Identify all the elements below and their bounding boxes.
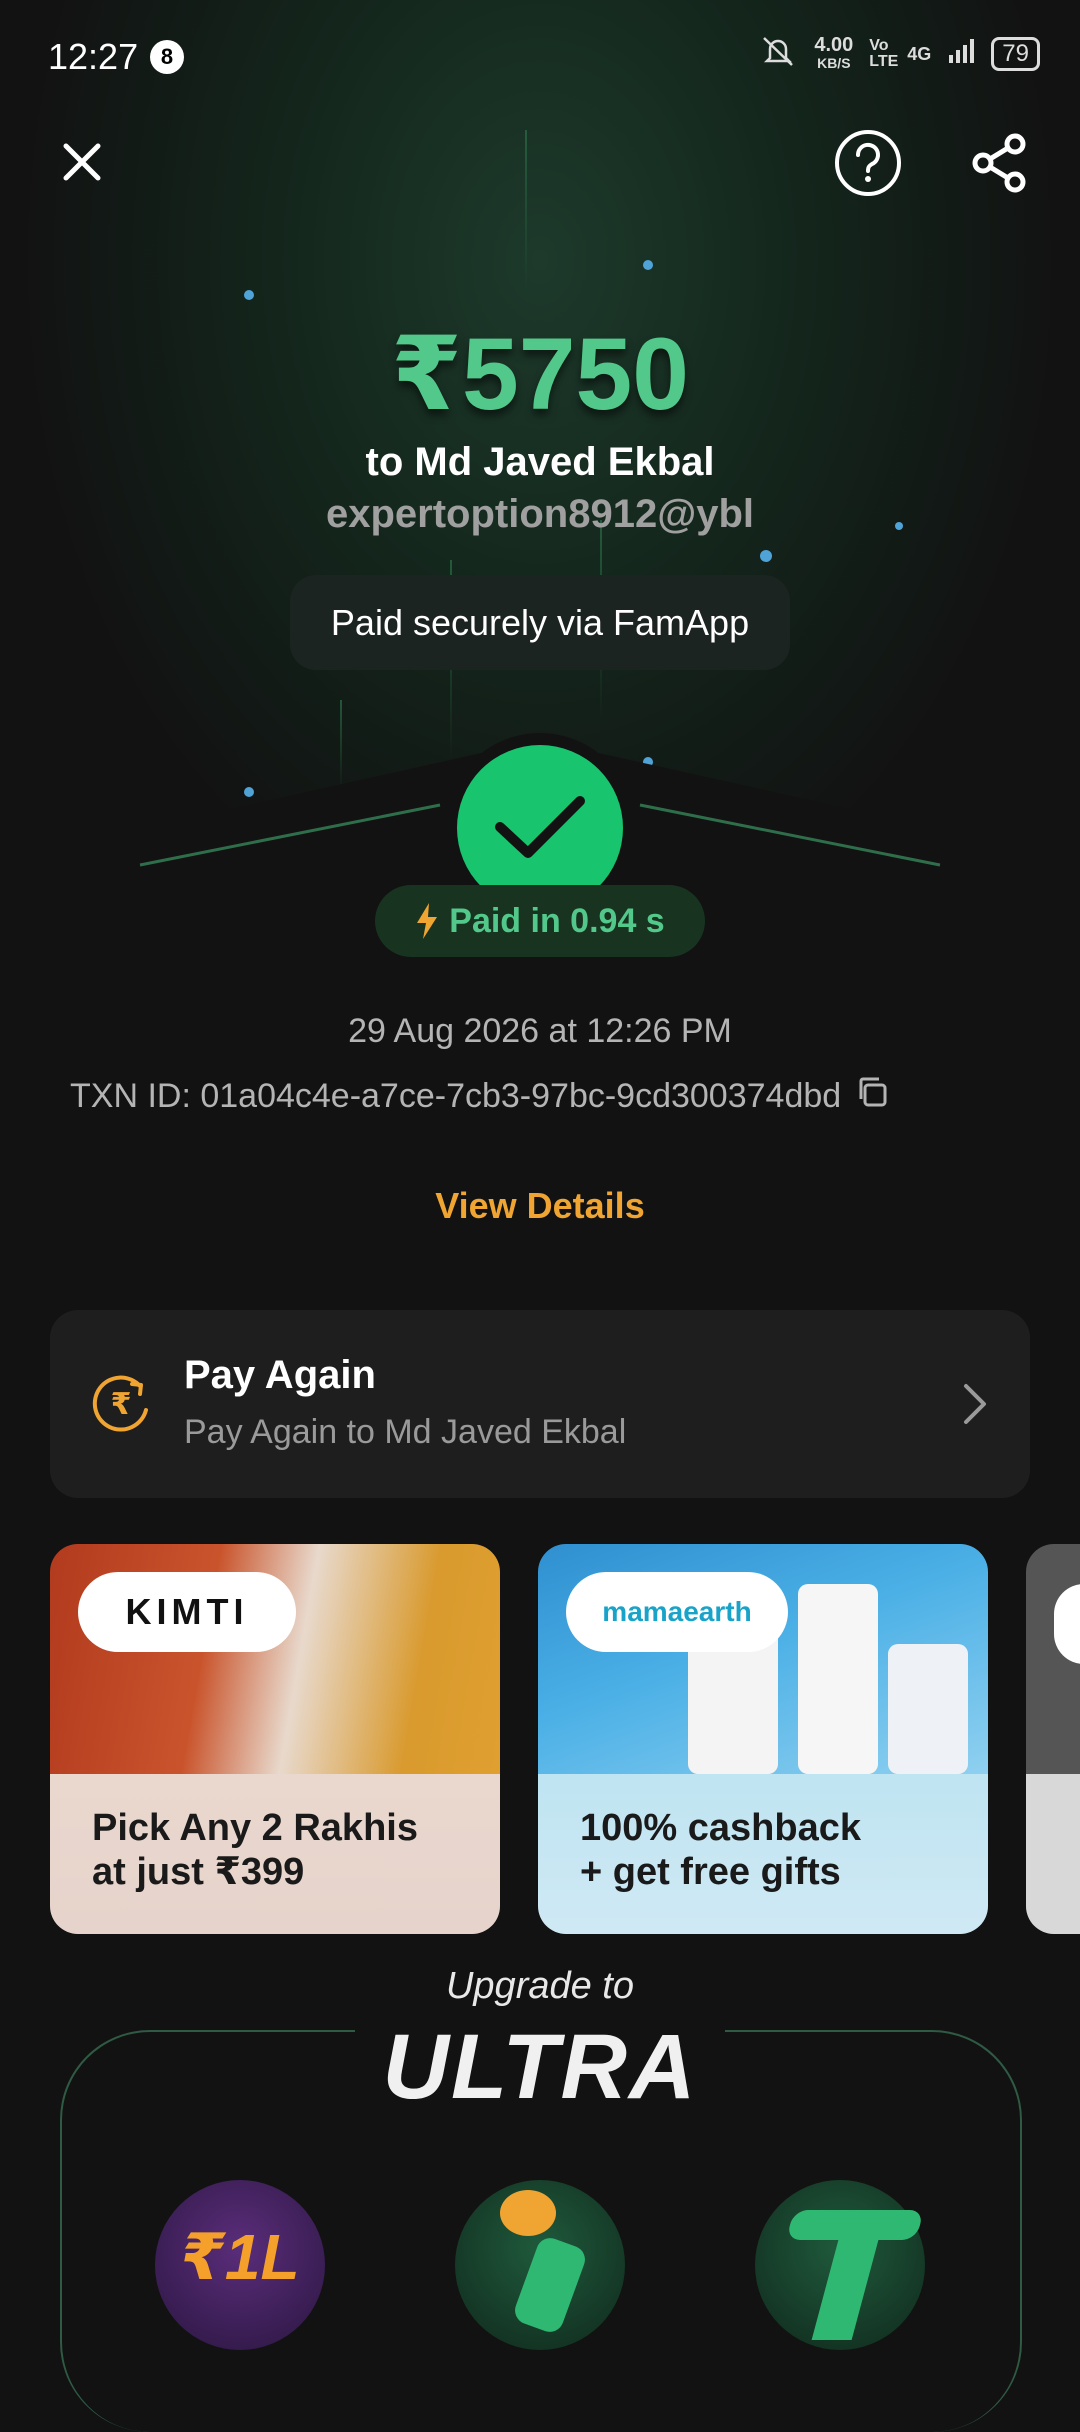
pay-again-title: Pay Again bbox=[184, 1353, 376, 1397]
sparkle-dot bbox=[760, 550, 772, 562]
payment-speed-pill: Paid in 0.94 s bbox=[375, 885, 705, 957]
copy-icon bbox=[859, 1077, 887, 1107]
pay-again-card[interactable]: ₹ Pay Again Pay Again to Md Javed Ekbal bbox=[50, 1310, 1030, 1498]
ultra-title[interactable]: ULTRA bbox=[0, 2015, 1080, 2120]
mute-bell-icon bbox=[758, 34, 798, 74]
promo-caption-line2: + get free gifts bbox=[580, 1851, 841, 1893]
payee-name: to Md Javed Ekbal bbox=[365, 440, 715, 484]
promo-card-kimti[interactable]: KIMTI Pick Any 2 Rakhis at just ₹399 bbox=[50, 1544, 500, 1934]
light-beam bbox=[525, 130, 527, 290]
share-button[interactable] bbox=[965, 128, 1035, 198]
chevron-right-icon bbox=[964, 1384, 986, 1424]
view-details-link[interactable]: View Details bbox=[0, 1185, 1080, 1227]
close-icon bbox=[63, 143, 101, 181]
brand-logo-mamaearth: mamaearth bbox=[566, 1572, 788, 1652]
perk-badge-text: ₹1L bbox=[180, 2221, 300, 2293]
upgrade-label: Upgrade to bbox=[445, 1965, 634, 2007]
payment-amount: ₹5750 bbox=[391, 317, 689, 431]
transaction-id: TXN ID: 01a04c4e-a7ce-7cb3-97bc-9cd30037… bbox=[70, 1077, 842, 1115]
transaction-id-row: TXN ID: 01a04c4e-a7ce-7cb3-97bc-9cd30037… bbox=[70, 1075, 889, 1118]
product-bottle bbox=[888, 1644, 968, 1774]
speed-value: 4.00 bbox=[814, 34, 854, 56]
perk-cashback-icon[interactable]: ₹1L bbox=[155, 2180, 325, 2350]
paid-via-badge: Paid securely via FamApp bbox=[290, 575, 790, 670]
rupee-stem bbox=[811, 2240, 879, 2340]
brand-name: mamaearth bbox=[602, 1596, 752, 1627]
status-bar: 12:27 8 4.00 KB/S Vo LTE 4G 79 bbox=[0, 0, 1080, 110]
product-bottle bbox=[798, 1584, 878, 1774]
promo-card-mamaearth[interactable]: mamaearth 100% cashback + get free gifts bbox=[538, 1544, 988, 1934]
battery-indicator: 79 bbox=[991, 37, 1040, 71]
promo-caption-line1: 100% cashback bbox=[580, 1807, 861, 1849]
rupee-repeat-icon: ₹ bbox=[92, 1375, 148, 1432]
sparkle-dot bbox=[643, 260, 653, 270]
payment-speed-label: Paid in 0.94 s bbox=[449, 901, 665, 940]
checkmark-icon bbox=[495, 796, 585, 858]
notification-count-badge: 8 bbox=[150, 40, 184, 74]
system-icons: 4.00 KB/S Vo LTE 4G 79 bbox=[758, 34, 1040, 74]
help-button[interactable] bbox=[833, 128, 903, 198]
share-icon bbox=[972, 133, 1026, 193]
question-circle-icon bbox=[835, 130, 901, 196]
network-type: 4G bbox=[907, 43, 932, 64]
copy-button[interactable] bbox=[855, 1075, 889, 1118]
payee-upi-id: expertoption8912@ybl bbox=[325, 492, 754, 536]
speed-unit: KB/S bbox=[817, 55, 851, 71]
sparkle-dot bbox=[244, 290, 254, 300]
promo-caption: 100% cashback + get free gifts bbox=[580, 1806, 861, 1894]
lightning-icon bbox=[417, 903, 438, 939]
status-time: 12:27 bbox=[48, 36, 139, 77]
svg-text:₹: ₹ bbox=[111, 1387, 132, 1422]
network-speed: 4.00 KB/S bbox=[814, 34, 854, 72]
card-shape bbox=[511, 2234, 589, 2336]
promo-caption: Pick Any 2 Rakhis at just ₹399 bbox=[92, 1806, 418, 1894]
perk-coin-icon[interactable] bbox=[455, 2180, 625, 2350]
brand-logo-partial bbox=[1054, 1584, 1080, 1664]
promo-card-partial[interactable] bbox=[1026, 1544, 1080, 1934]
brand-name: KIMTI bbox=[125, 1591, 249, 1632]
pay-again-subtitle: Pay Again to Md Javed Ekbal bbox=[184, 1413, 627, 1451]
perk-rupee-icon[interactable] bbox=[755, 2180, 925, 2350]
brand-logo-kimti: KIMTI bbox=[78, 1572, 296, 1652]
rupee-bar bbox=[785, 2210, 925, 2240]
promo-caption-line1: Pick Any 2 Rakhis bbox=[92, 1807, 418, 1849]
payment-date: 29 Aug 2026 at 12:26 PM bbox=[348, 1012, 732, 1050]
signal-icon bbox=[947, 37, 975, 71]
close-button[interactable] bbox=[50, 130, 114, 194]
volte-indicator: Vo LTE bbox=[869, 37, 899, 70]
promo-caption-bg bbox=[1026, 1774, 1080, 1934]
promo-caption-line2: at just ₹399 bbox=[92, 1851, 305, 1893]
coin-icon bbox=[500, 2190, 556, 2236]
